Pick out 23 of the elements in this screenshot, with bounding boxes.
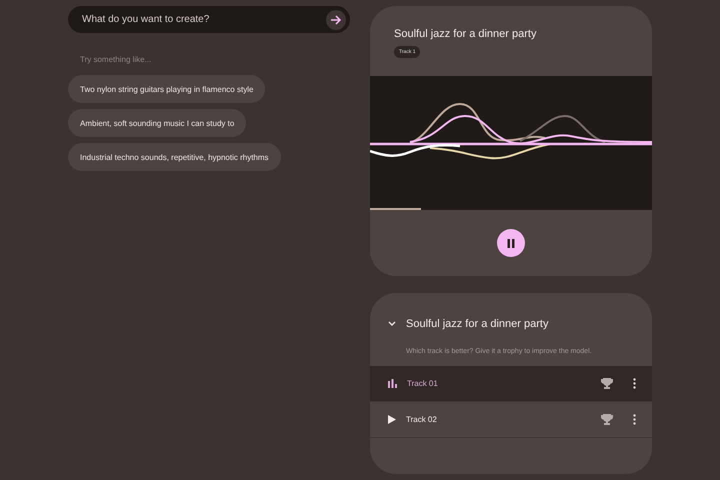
suggestion-chip[interactable]: Two nylon string guitars playing in flamenco style: [68, 75, 266, 103]
more-options-icon[interactable]: [633, 414, 636, 426]
track-row[interactable]: Track 01: [370, 366, 652, 402]
track-title: Soulful jazz for a dinner party: [394, 28, 538, 40]
trophy-icon[interactable]: [601, 378, 613, 390]
play-icon[interactable]: [388, 415, 396, 424]
suggestion-chip[interactable]: Industrial techno sounds, repetitive, hypnotic rhythms: [68, 143, 281, 171]
pause-button[interactable]: [497, 229, 525, 258]
track-label: Track 02: [406, 415, 437, 424]
trophy-icon[interactable]: [601, 414, 613, 426]
search-field[interactable]: What do you want to create?: [68, 6, 350, 33]
results-title: Soulful jazz for a dinner party: [406, 318, 548, 330]
pause-icon: [507, 238, 515, 248]
track-row[interactable]: Track 02: [370, 402, 652, 438]
send-button[interactable]: [326, 10, 346, 30]
equalizer-icon: [388, 379, 397, 388]
suggestion-chip[interactable]: Ambient, soft sounding music I can study to: [68, 109, 246, 137]
suggestions-heading: Try something like...: [80, 55, 152, 64]
prompt-input[interactable]: What do you want to create?: [80, 13, 326, 26]
track-label: Track 01: [407, 379, 438, 388]
arrow-right-icon: [330, 14, 342, 26]
chevron-down-icon[interactable]: [388, 321, 396, 328]
more-options-icon[interactable]: [633, 378, 636, 390]
